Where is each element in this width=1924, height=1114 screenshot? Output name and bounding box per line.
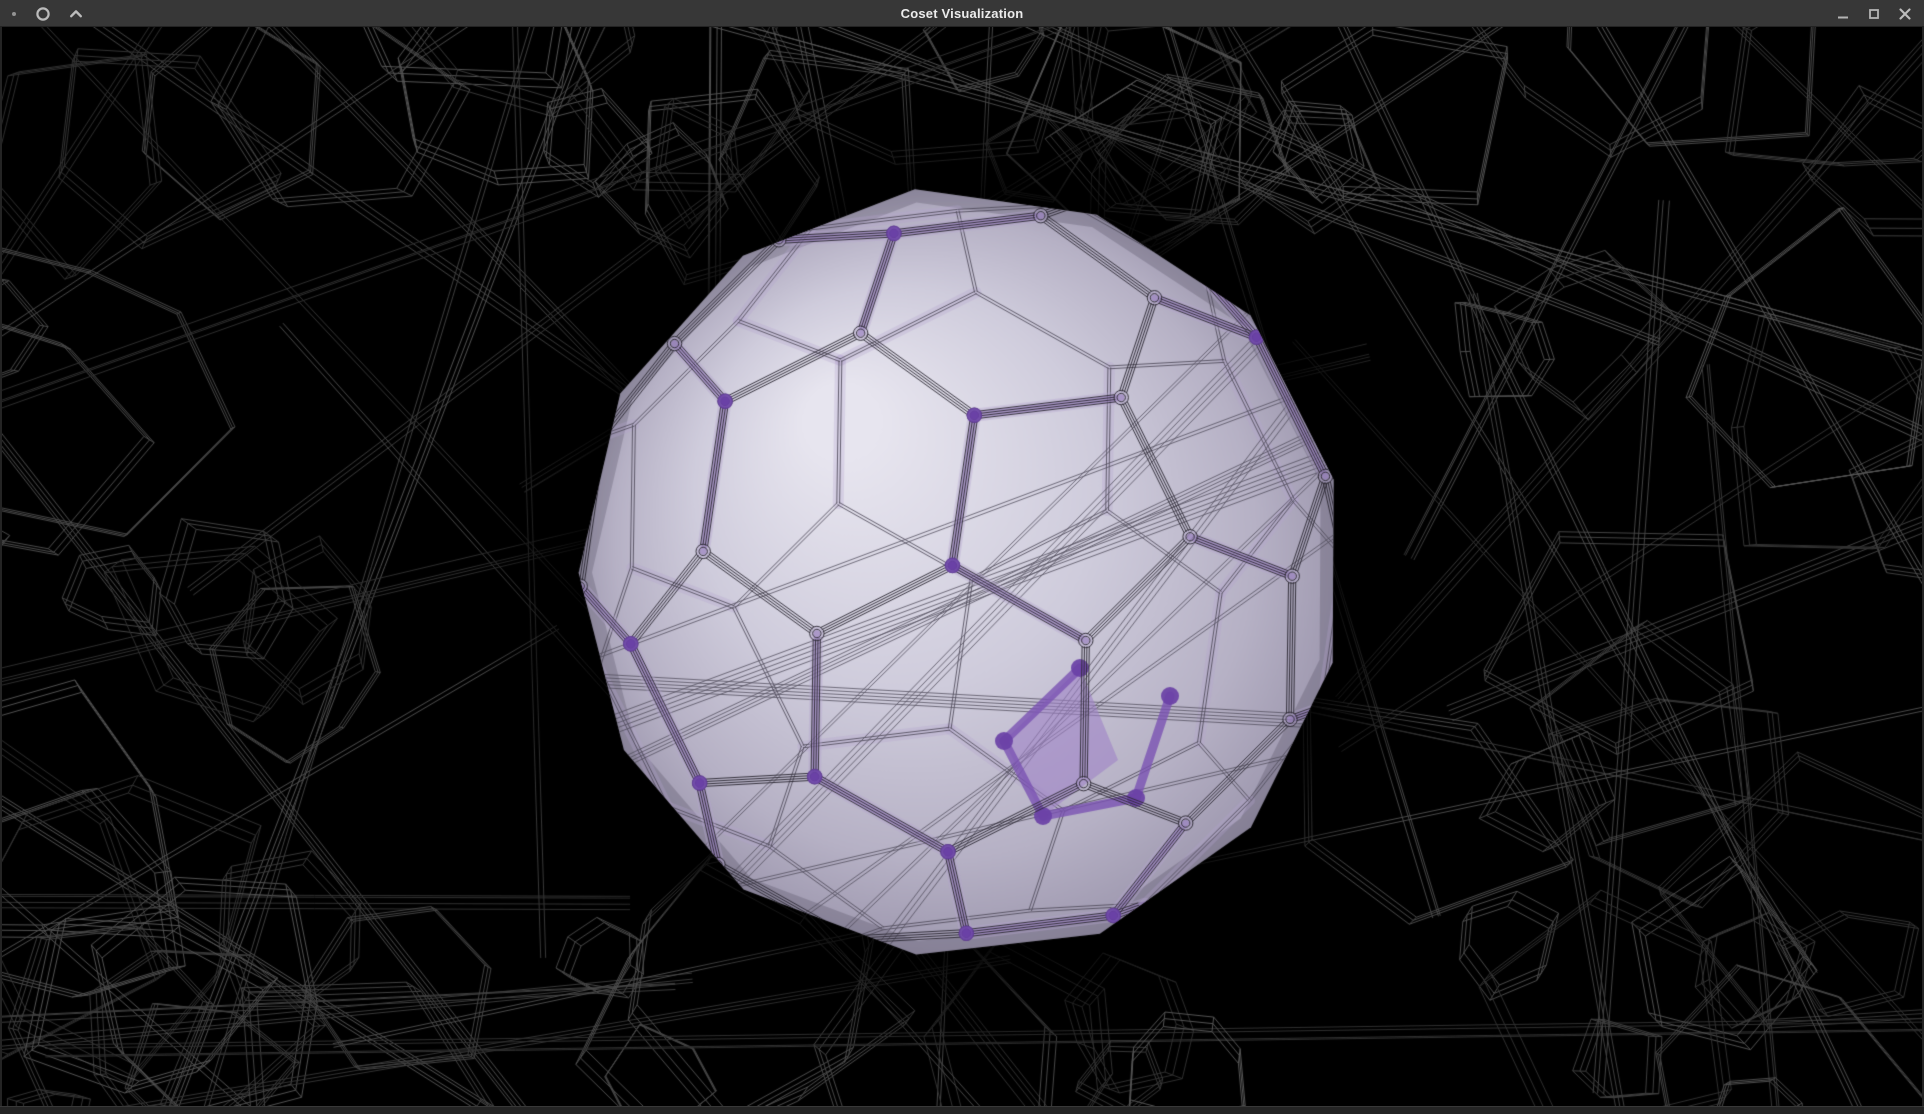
close-button[interactable] (1897, 6, 1913, 22)
minimize-button[interactable] (1835, 6, 1851, 22)
window-title: Coset Visualization (0, 6, 1924, 21)
circle-icon[interactable] (35, 6, 51, 22)
window-controls (1835, 0, 1913, 27)
bullet-icon[interactable] (10, 10, 18, 18)
chevron-up-icon[interactable] (68, 6, 84, 22)
viewport (0, 27, 1924, 1106)
coset-3d-canvas[interactable] (0, 27, 1924, 1106)
app-window: Coset Visualization (0, 0, 1924, 1114)
window-border-left (0, 27, 2, 1106)
window-border-bottom (0, 1106, 1924, 1114)
titlebar: Coset Visualization (0, 0, 1924, 27)
maximize-button[interactable] (1866, 6, 1882, 22)
titlebar-left-icons (10, 0, 84, 27)
